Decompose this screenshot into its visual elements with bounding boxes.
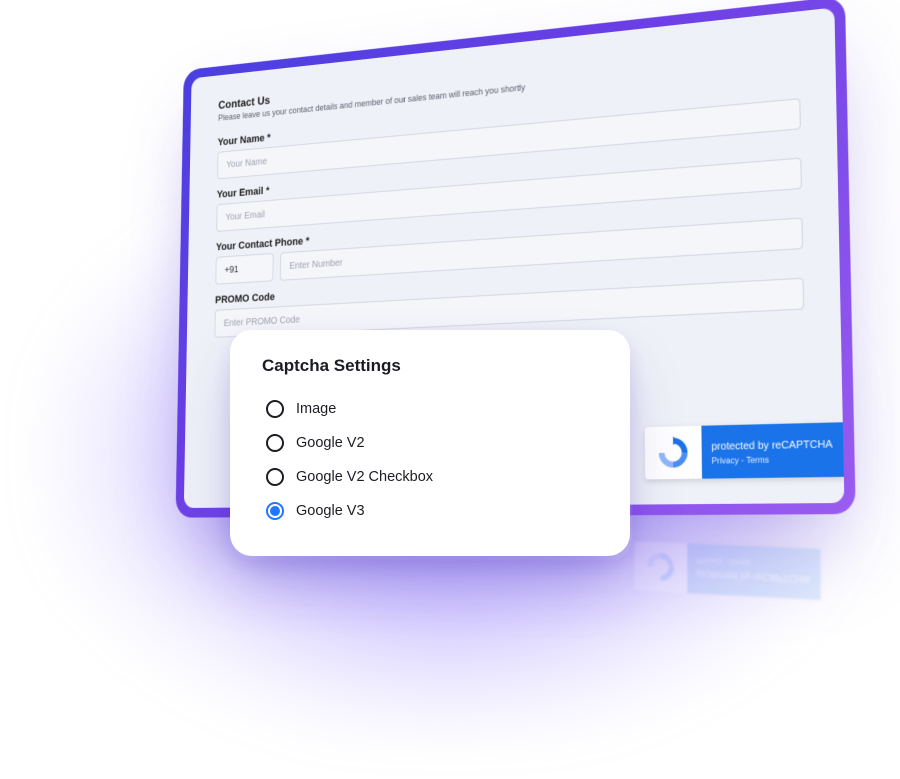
captcha-option-label: Google V3 bbox=[296, 503, 365, 519]
captcha-option-google-v2[interactable]: Google V2 bbox=[262, 426, 598, 460]
recaptcha-title: protected by reCAPTCHA bbox=[711, 438, 832, 452]
captcha-option-label: Google V2 bbox=[296, 435, 365, 451]
recaptcha-icon bbox=[644, 426, 701, 480]
captcha-option-label: Image bbox=[296, 401, 336, 417]
captcha-option-image[interactable]: Image bbox=[262, 392, 598, 426]
captcha-option-google-v3[interactable]: Google V3 bbox=[262, 494, 598, 528]
radio-icon bbox=[266, 400, 284, 418]
recaptcha-badge[interactable]: protected by reCAPTCHA Privacy - Terms bbox=[644, 422, 844, 479]
radio-icon bbox=[266, 502, 284, 520]
recaptcha-sep: - bbox=[739, 455, 746, 465]
captcha-settings-title: Captcha Settings bbox=[262, 356, 598, 376]
captcha-option-google-v2-checkbox[interactable]: Google V2 Checkbox bbox=[262, 460, 598, 494]
phone-country-code-input[interactable] bbox=[215, 253, 273, 285]
recaptcha-terms-link[interactable]: Terms bbox=[746, 455, 769, 465]
captcha-settings-card: Captcha Settings Image Google V2 Google … bbox=[230, 330, 630, 556]
radio-icon bbox=[266, 468, 284, 486]
radio-icon bbox=[266, 434, 284, 452]
recaptcha-privacy-link[interactable]: Privacy bbox=[712, 455, 739, 465]
captcha-option-label: Google V2 Checkbox bbox=[296, 469, 433, 485]
